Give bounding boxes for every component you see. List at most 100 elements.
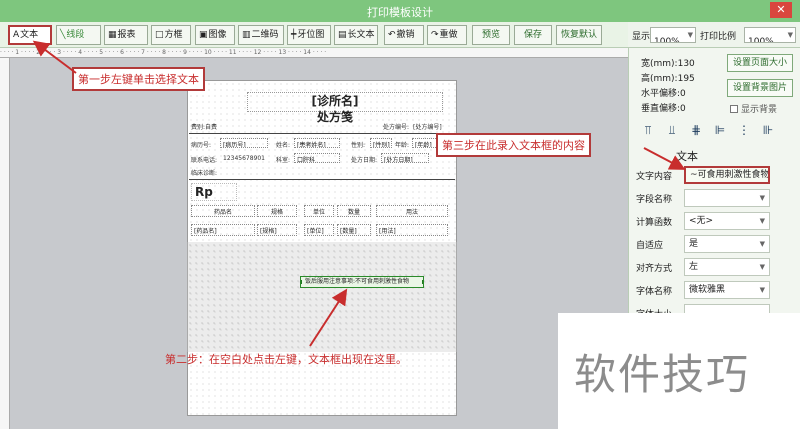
age-label[interactable]: 年龄: bbox=[395, 140, 409, 149]
resize-handle[interactable] bbox=[422, 280, 423, 284]
alignment-select[interactable]: 左 ▼ bbox=[684, 258, 770, 276]
phone-value[interactable]: 12345678901 bbox=[223, 155, 265, 162]
date-label[interactable]: 处方日期: bbox=[351, 155, 377, 164]
height-readout: 高(mm):195 bbox=[641, 74, 695, 84]
table-cell-unit[interactable]: [单位] bbox=[304, 224, 334, 236]
print-scale-select[interactable]: 100% ▼ bbox=[744, 27, 796, 43]
table-header-unit[interactable]: 单位 bbox=[304, 205, 334, 217]
undo-button[interactable]: ↶撤销 bbox=[384, 25, 424, 45]
phone-label[interactable]: 联系电话: bbox=[191, 155, 217, 164]
prop-label-content: 文字内容 bbox=[636, 172, 673, 182]
close-button[interactable]: ✕ bbox=[770, 2, 792, 18]
align-left-icon[interactable]: ⊫ bbox=[713, 123, 727, 137]
annotation-step2: 第二步：在空白处点击左键，文本框出现在这里。 bbox=[165, 353, 407, 366]
redo-button[interactable]: ↷重做 bbox=[427, 25, 467, 45]
chevron-down-icon: ▼ bbox=[759, 263, 765, 271]
qrcode-tool-button[interactable]: ▥二维码 bbox=[238, 25, 284, 45]
chevron-down-icon: ▼ bbox=[759, 217, 765, 225]
title-bar: 打印模板设计 ✕ bbox=[0, 0, 800, 22]
align-middle-icon[interactable]: ⋕ bbox=[689, 123, 703, 137]
report-tool-button[interactable]: ▦报表 bbox=[104, 25, 148, 45]
table-cell-qty[interactable]: [数量] bbox=[337, 224, 371, 236]
line-tool-button[interactable]: ╲线段 bbox=[56, 25, 101, 45]
table-header-spec[interactable]: 规格 bbox=[257, 205, 297, 217]
tooth-chart-tool-button[interactable]: ┿牙位图 bbox=[287, 25, 331, 45]
table-cell-drug[interactable]: [药品名] bbox=[191, 224, 255, 236]
image-tool-button[interactable]: ▣图像 bbox=[195, 25, 235, 45]
ruler-horizontal: · · · · 1 · · · · 2 · · · · 3 · · · · 4 … bbox=[0, 48, 628, 58]
resize-handle[interactable] bbox=[301, 280, 302, 284]
prescription-title[interactable]: 处方笺 bbox=[270, 108, 400, 125]
dept-field[interactable]: 口腔科 bbox=[294, 153, 340, 163]
rp-text[interactable]: Rp bbox=[191, 183, 237, 201]
toolbar: A文本 ╲线段 ▦报表 □方框 ▣图像 ▥二维码 ┿牙位图 ▤长文本 ↶撤销 ↷… bbox=[0, 22, 628, 48]
prescription-no-value[interactable]: [处方编号] bbox=[413, 122, 442, 131]
diagnosis-label[interactable]: 临床诊断: bbox=[191, 168, 217, 177]
divider-line[interactable] bbox=[189, 179, 455, 180]
clinic-name-text[interactable]: [诊所名] bbox=[270, 92, 400, 109]
image-icon: ▣ bbox=[199, 30, 208, 40]
patient-name-label[interactable]: 姓名: bbox=[276, 140, 290, 149]
table-header-qty[interactable]: 数量 bbox=[337, 205, 371, 217]
font-name-select[interactable]: 微软雅黑 ▼ bbox=[684, 281, 770, 299]
table-cell-spec[interactable]: [规格] bbox=[257, 224, 297, 236]
restore-default-button[interactable]: 恢复默认 bbox=[556, 25, 602, 45]
square-icon: □ bbox=[155, 30, 164, 40]
v-offset-readout: 垂直偏移:0 bbox=[641, 104, 686, 114]
calc-function-select[interactable]: <无> ▼ bbox=[684, 212, 770, 230]
new-textbox[interactable]: 饭后服用注意事项:不可食用刺激性食物 bbox=[300, 276, 424, 288]
qrcode-icon: ▥ bbox=[242, 30, 251, 40]
annotation-step1: 第一步左键单击选择文本 bbox=[72, 67, 205, 91]
print-scale-label: 打印比例 bbox=[700, 32, 737, 42]
save-button[interactable]: 保存 bbox=[514, 25, 552, 45]
width-readout: 宽(mm):130 bbox=[641, 59, 695, 69]
autofit-select[interactable]: 是 ▼ bbox=[684, 235, 770, 253]
prop-label-func: 计算函数 bbox=[636, 218, 673, 228]
watermark-text: 软件技巧 bbox=[574, 350, 751, 399]
scale-bar: 显示比例 100%▼ 打印比例 100%▼ bbox=[628, 22, 800, 48]
prop-label-field: 字段名称 bbox=[636, 195, 673, 205]
field-name-select[interactable]: ▼ bbox=[684, 189, 770, 207]
h-offset-readout: 水平偏移:0 bbox=[641, 89, 686, 99]
checkbox-icon bbox=[730, 105, 738, 113]
visit-no-field[interactable]: [病历号] bbox=[220, 138, 268, 148]
undo-icon: ↶ bbox=[388, 30, 396, 40]
align-right-icon[interactable]: ⊪ bbox=[761, 123, 775, 137]
table-cell-usage[interactable]: [用法] bbox=[376, 224, 448, 236]
section-title: 文本 bbox=[676, 150, 698, 163]
align-center-icon[interactable]: ⋮ bbox=[737, 123, 751, 137]
visit-no-label[interactable]: 病历号: bbox=[191, 140, 211, 149]
patient-name-field[interactable]: [患者姓名] bbox=[294, 138, 340, 148]
cross-icon: ┿ bbox=[291, 30, 297, 40]
annotation-step3: 第三步在此录入文本框的内容 bbox=[436, 133, 591, 157]
chevron-down-icon: ▼ bbox=[759, 194, 765, 202]
window-title: 打印模板设计 bbox=[367, 6, 433, 19]
prescription-no-label[interactable]: 处方编号: bbox=[383, 122, 409, 131]
dept-label[interactable]: 科室: bbox=[276, 155, 290, 164]
blank-area[interactable] bbox=[187, 242, 457, 352]
show-background-checkbox[interactable]: 显示背景 bbox=[730, 102, 777, 115]
new-textbox-text: 饭后服用注意事项:不可食用刺激性食物 bbox=[305, 278, 410, 285]
text-tool-button[interactable]: A文本 bbox=[8, 25, 52, 45]
long-text-tool-button[interactable]: ▤长文本 bbox=[334, 25, 378, 45]
ruler-vertical bbox=[0, 58, 10, 429]
sex-label[interactable]: 性别: bbox=[351, 140, 365, 149]
preview-button[interactable]: 预览 bbox=[472, 25, 510, 45]
set-background-image-button[interactable]: 设置背景图片 bbox=[727, 79, 793, 97]
chevron-down-icon: ▼ bbox=[787, 31, 793, 39]
display-scale-select[interactable]: 100% ▼ bbox=[650, 27, 696, 43]
chevron-down-icon: ▼ bbox=[687, 31, 693, 39]
date-field[interactable]: [处方日期] bbox=[381, 153, 429, 163]
table-header-drug[interactable]: 药品名 bbox=[191, 205, 255, 217]
fee-type-text[interactable]: 费别:自费 bbox=[191, 122, 217, 131]
align-top-icon[interactable]: ⫪ bbox=[641, 123, 655, 137]
set-page-size-button[interactable]: 设置页面大小 bbox=[727, 54, 793, 72]
box-tool-button[interactable]: □方框 bbox=[151, 25, 191, 45]
sex-field[interactable]: [性别] bbox=[370, 138, 392, 148]
text-content-input[interactable]: ~可食用刺激性食物 bbox=[684, 166, 770, 184]
table-header-usage[interactable]: 用法 bbox=[376, 205, 448, 217]
align-bottom-icon[interactable]: ⫫ bbox=[665, 123, 679, 137]
table-icon: ▦ bbox=[108, 30, 117, 40]
divider-line[interactable] bbox=[189, 133, 455, 134]
prop-label-autofit: 自适应 bbox=[636, 241, 664, 251]
